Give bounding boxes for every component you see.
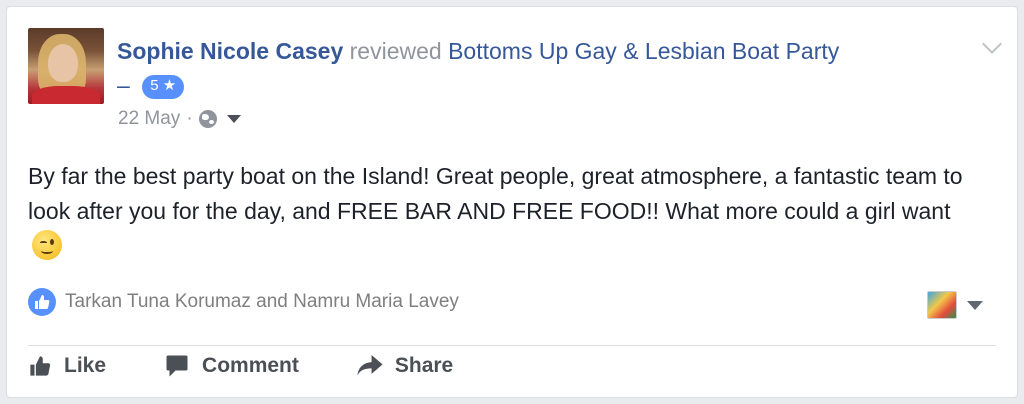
avatar-face [48,44,78,82]
review-verb: reviewed [349,38,442,64]
review-post-card: Sophie Nicole Casey reviewed Bottoms Up … [6,6,1018,398]
like-button[interactable]: Like [28,354,106,378]
thumbs-up-icon [30,356,51,376]
post-header: Sophie Nicole Casey reviewed Bottoms Up … [117,34,977,102]
post-body: By far the best party boat on the Island… [28,159,988,264]
page-thumbnail[interactable] [927,291,957,319]
page-voice-selector[interactable] [927,291,983,319]
globe-icon[interactable] [198,110,217,128]
post-body-text: By far the best party boat on the Island… [28,163,963,224]
winking-face-icon [32,230,62,260]
post-date-link[interactable]: 22 May [118,108,180,130]
reaction-names-link[interactable]: Tarkan Tuna Korumaz and Namru Maria Lave… [65,291,459,313]
share-button[interactable]: Share [357,354,453,378]
like-label: Like [64,354,107,377]
author-name-link[interactable]: Sophie Nicole Casey [117,38,343,64]
like-reaction-icon [28,288,56,316]
actions-divider [28,345,996,346]
rating-dash: – [117,72,130,98]
avatar-dress [32,86,100,104]
chevron-down-icon[interactable] [967,300,983,310]
comment-icon [166,355,188,377]
audience-dropdown-icon[interactable] [226,115,241,123]
post-actions-bar: Like Comment Share [28,354,511,378]
reactions-summary: Tarkan Tuna Korumaz and Namru Maria Lave… [28,288,459,316]
author-avatar[interactable] [28,28,104,104]
post-meta: 22 May · [118,108,241,130]
share-icon [357,355,383,376]
share-label: Share [394,354,454,377]
comment-label: Comment [202,354,299,377]
meta-separator: · [186,108,193,129]
rating-badge: 5 ★ [142,75,185,99]
page-name-link[interactable]: Bottoms Up Gay & Lesbian Boat Party [448,38,839,64]
post-options-chevron-icon[interactable] [982,34,1002,54]
comment-button[interactable]: Comment [164,354,299,378]
